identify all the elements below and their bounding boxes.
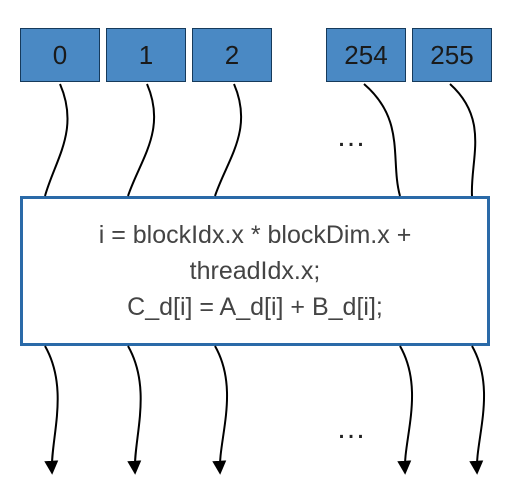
thread-box-2: 2 [192, 28, 272, 82]
code-line-1: i = blockIdx.x * blockDim.x + threadIdx.… [33, 217, 477, 290]
thread-row: 0 1 2 254 255 [0, 28, 512, 82]
thread-box-0: 0 [20, 28, 100, 82]
kernel-code-box: i = blockIdx.x * blockDim.x + threadIdx.… [20, 196, 490, 346]
thread-box-254: 254 [326, 28, 406, 82]
ellipsis-bottom: … [336, 412, 370, 446]
thread-group-left: 0 1 2 [20, 28, 272, 82]
thread-box-255: 255 [412, 28, 492, 82]
thread-group-right: 254 255 [326, 28, 492, 82]
code-line-2: C_d[i] = A_d[i] + B_d[i]; [127, 289, 383, 325]
ellipsis-top: … [336, 120, 370, 154]
thread-box-1: 1 [106, 28, 186, 82]
